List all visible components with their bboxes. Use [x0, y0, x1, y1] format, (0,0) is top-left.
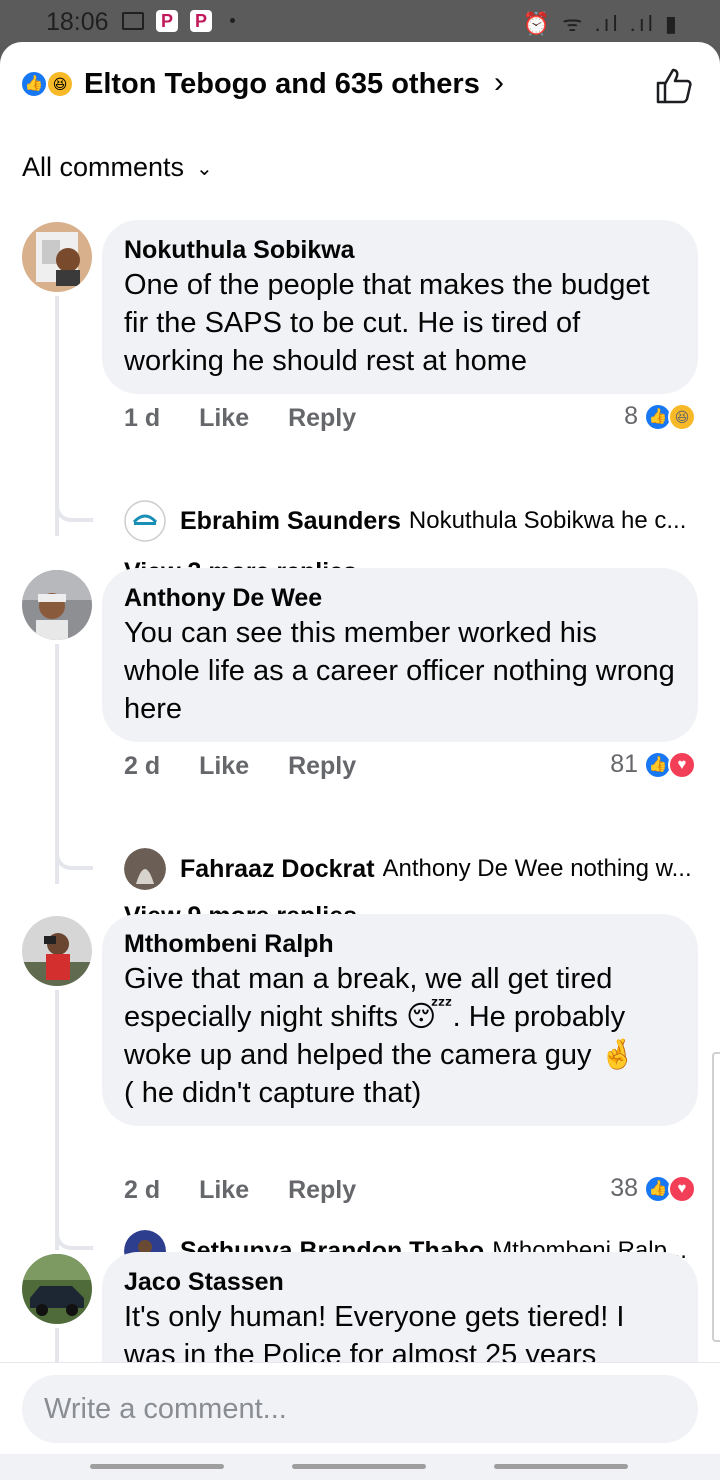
comment-author[interactable]: Nokuthula Sobikwa	[124, 234, 676, 266]
reactions-summary[interactable]: Elton Tebogo and 635 others	[84, 68, 480, 101]
comment-text: Give that man a break, we all get tired …	[124, 960, 676, 1112]
comment-actions: 2 d Like Reply	[124, 1176, 388, 1205]
home-button[interactable]	[292, 1464, 426, 1469]
system-nav-bar	[0, 1454, 720, 1480]
like-button[interactable]: Like	[199, 752, 249, 780]
reply-preview[interactable]: Ebrahim Saunders Nokuthula Sobikwa he c.…	[124, 500, 704, 542]
comment-author[interactable]: Anthony De Wee	[124, 582, 676, 614]
recent-apps-button[interactable]	[90, 1464, 224, 1469]
like-icon: 👍	[20, 70, 48, 98]
reply-author[interactable]: Ebrahim Saunders	[180, 507, 401, 536]
comment-age: 1 d	[124, 404, 161, 432]
sleeping-face-icon: 😴	[406, 1001, 453, 1033]
reply-text: Nokuthula Sobikwa he c...	[408, 507, 687, 534]
comment-age: 2 d	[124, 752, 161, 780]
back-button[interactable]	[494, 1464, 628, 1469]
love-icon: ♥	[668, 750, 696, 779]
thread-line	[55, 990, 59, 1250]
status-icons: ⏰ ᯤ .ıl .ıl ▮	[522, 11, 680, 36]
chevron-down-icon: ⌄	[196, 158, 213, 181]
reply-preview[interactable]: Fahraaz Dockrat Anthony De Wee nothing w…	[124, 848, 704, 890]
comment-text: You can see this member worked his whole…	[124, 617, 675, 725]
comment-text-line: ( he didn't capture that)	[124, 1077, 422, 1109]
comments-sheet: 👍 😆 Elton Tebogo and 635 others › All co…	[0, 42, 720, 1480]
comment-bubble[interactable]: Mthombeni Ralph Give that man a break, w…	[102, 914, 698, 1126]
gallery-icon	[122, 12, 144, 30]
comment-actions: 1 d Like Reply	[124, 404, 388, 433]
avatar[interactable]	[22, 222, 92, 292]
like-button[interactable]: Like	[199, 404, 249, 432]
comment-text-line: woke up and helped the camera guy 🤞	[124, 1036, 676, 1074]
reply-author[interactable]: Fahraaz Dockrat	[180, 855, 375, 884]
app-notification-icon: P	[156, 10, 178, 32]
scrollbar[interactable]	[712, 1052, 720, 1342]
comment-text-line: especially night shifts 😴. He probably	[124, 998, 676, 1036]
reactions-header[interactable]: 👍 😆 Elton Tebogo and 635 others ›	[0, 42, 720, 132]
comment-input[interactable]: Write a comment...	[22, 1375, 698, 1443]
avatar[interactable]	[124, 500, 166, 542]
reaction-count[interactable]: 8 👍 😆	[624, 402, 696, 431]
haha-icon: 😆	[46, 70, 74, 98]
comment-text: One of the people that makes the budget …	[124, 269, 650, 377]
haha-icon: 😆	[668, 402, 696, 431]
more-notifications-icon	[230, 18, 235, 23]
comment-author[interactable]: Jaco Stassen	[124, 1266, 676, 1298]
crossed-fingers-icon: 🤞	[599, 1039, 636, 1071]
reaction-count[interactable]: 81 👍 ♥	[610, 750, 696, 779]
comment-text-fragment: especially night shifts	[124, 1001, 399, 1033]
reaction-count-value: 81	[610, 750, 638, 778]
reaction-count-value: 8	[624, 402, 638, 430]
comment-text-fragment: woke up and helped the camera guy	[124, 1039, 592, 1071]
comment-text-line: Give that man a break, we all get tired	[124, 963, 613, 995]
comment-age: 2 d	[124, 1176, 161, 1204]
filter-label: All comments	[22, 152, 185, 182]
avatar[interactable]	[124, 848, 166, 890]
reply-text: Anthony De Wee nothing w...	[382, 855, 692, 882]
comment-filter-dropdown[interactable]: All comments ⌄	[22, 152, 213, 183]
status-time: 18:06	[46, 8, 109, 36]
comment-text-fragment: . He probably	[452, 1001, 626, 1033]
love-icon: ♥	[668, 1174, 696, 1203]
reaction-count[interactable]: 38 👍 ♥	[610, 1174, 696, 1203]
status-bar: 18:06 P P ⏰ ᯤ .ıl .ıl ▮	[0, 0, 720, 44]
like-post-button[interactable]	[654, 66, 694, 106]
avatar[interactable]	[22, 1254, 92, 1324]
reply-button[interactable]: Reply	[288, 752, 356, 780]
reaction-icons: 👍 😆	[20, 70, 80, 100]
comment-author[interactable]: Mthombeni Ralph	[124, 928, 676, 960]
chevron-right-icon[interactable]: ›	[494, 66, 504, 100]
like-button[interactable]: Like	[199, 1176, 249, 1204]
comment-bubble[interactable]: Nokuthula Sobikwa One of the people that…	[102, 220, 698, 394]
reaction-count-value: 38	[610, 1174, 638, 1202]
reply-button[interactable]: Reply	[288, 1176, 356, 1204]
comment-actions: 2 d Like Reply	[124, 752, 388, 781]
reply-connector	[55, 500, 93, 522]
reply-connector	[55, 848, 93, 870]
reply-connector	[55, 1228, 93, 1250]
reply-button[interactable]: Reply	[288, 404, 356, 432]
avatar[interactable]	[22, 570, 92, 640]
avatar[interactable]	[22, 916, 92, 986]
comment-bubble[interactable]: Anthony De Wee You can see this member w…	[102, 568, 698, 742]
app-notification-icon: P	[190, 10, 212, 32]
